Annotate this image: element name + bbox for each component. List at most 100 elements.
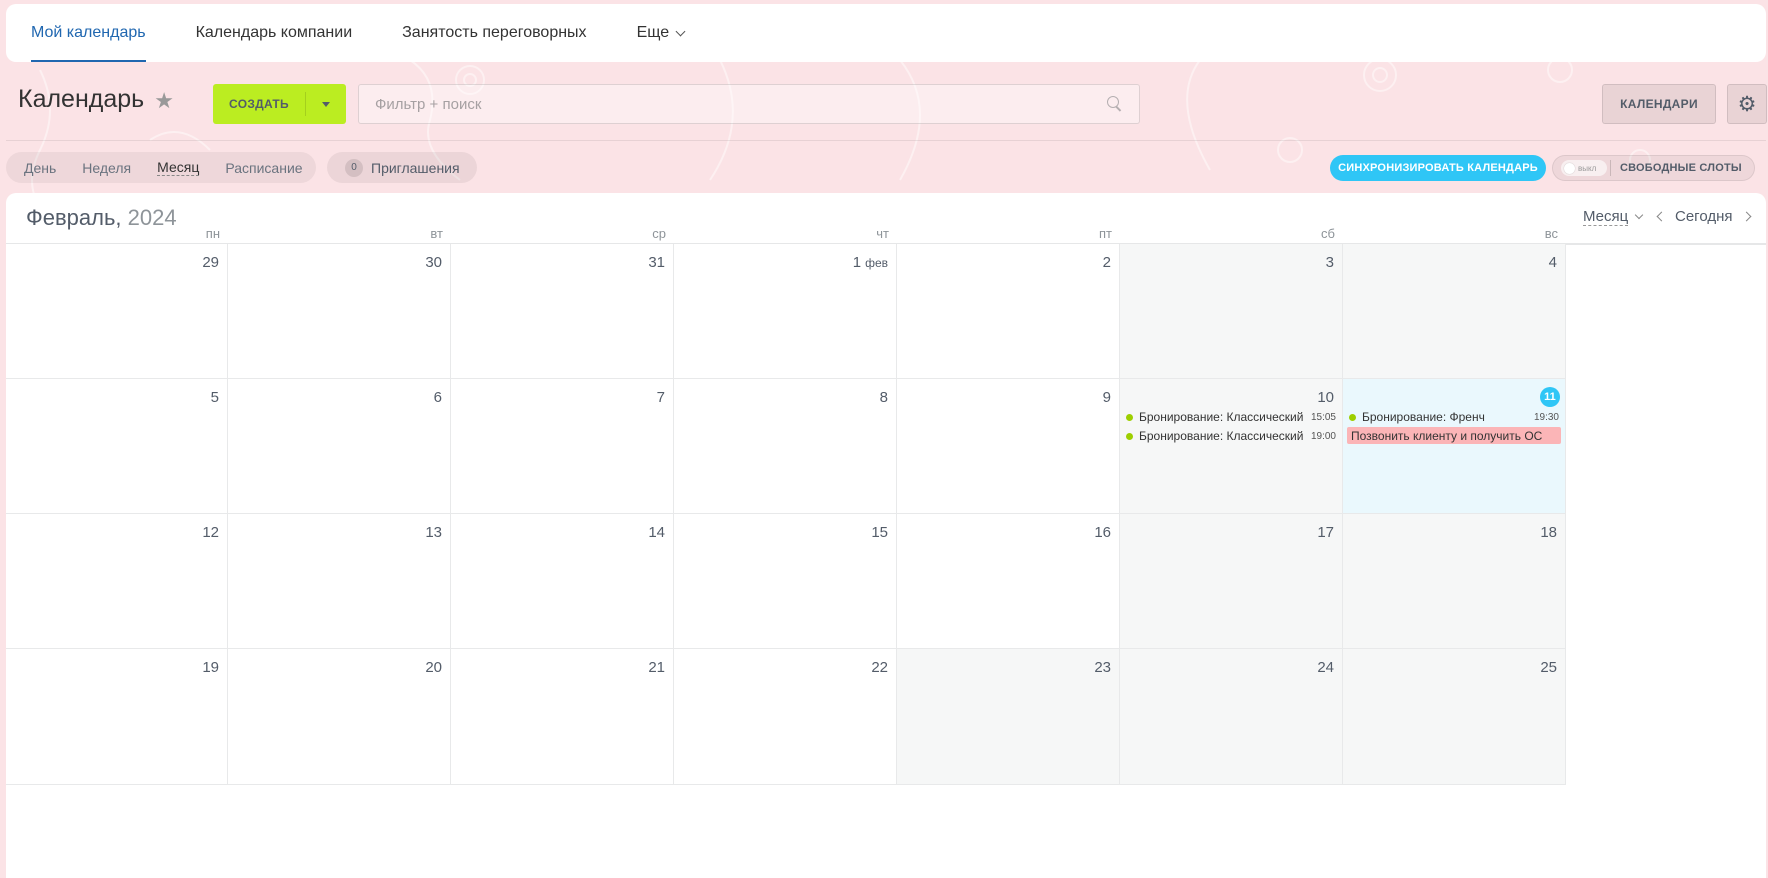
tab-label: Календарь компании: [195, 24, 353, 41]
day-number: 1 фев: [853, 254, 888, 271]
chevron-down-icon: [675, 26, 686, 36]
tab-meeting-rooms[interactable]: Занятость переговорных: [402, 4, 586, 62]
day-number: 29: [202, 254, 219, 271]
day-number: 22: [871, 659, 888, 676]
calendar-event[interactable]: Бронирование: Классический 19:00: [1126, 427, 1336, 445]
today-button[interactable]: Сегодня: [1675, 208, 1733, 225]
prev-arrow-icon[interactable]: [1656, 211, 1667, 222]
day-number-text: 4: [1548, 254, 1557, 271]
create-dropdown-arrow[interactable]: [306, 101, 346, 107]
calendars-button[interactable]: КАЛЕНДАРИ: [1602, 84, 1716, 124]
search-bar: [358, 84, 1140, 124]
day-cell[interactable]: 17: [1120, 514, 1343, 649]
day-cell[interactable]: 19: [6, 649, 228, 785]
free-slots-toggle[interactable]: выкл: [1561, 160, 1607, 176]
day-cell[interactable]: 21: [451, 649, 674, 785]
day-number-text: 6: [433, 389, 442, 406]
day-cell[interactable]: 9: [897, 379, 1120, 514]
day-number: 25: [1540, 659, 1557, 676]
day-number: 10: [1317, 389, 1334, 406]
day-cell[interactable]: 13: [228, 514, 451, 649]
event-time: 19:00: [1310, 430, 1336, 442]
day-cell[interactable]: 1 фев: [674, 244, 897, 379]
search-icon[interactable]: [1107, 96, 1123, 112]
day-cell[interactable]: 10 Бронирование: Классический 15:05 Брониро…: [1120, 379, 1343, 514]
day-number-text: 7: [656, 389, 665, 406]
search-input[interactable]: [375, 95, 1107, 113]
day-number-text: 1: [852, 254, 862, 271]
tab-label: Занятость переговорных: [402, 24, 587, 41]
day-number-text: 22: [871, 659, 888, 676]
day-cell[interactable]: 14: [451, 514, 674, 649]
day-number-text: 19: [202, 659, 219, 676]
title-row: Календарь ★: [18, 76, 174, 122]
top-navigation: Мой календарь Календарь компании Занятос…: [6, 4, 1766, 62]
view-select[interactable]: Месяц: [1583, 208, 1644, 226]
day-number-text: 8: [879, 389, 888, 406]
day-number-text: 13: [425, 524, 442, 541]
calendar-event[interactable]: Бронирование: Френч 19:30: [1349, 408, 1559, 426]
day-number: 12: [202, 524, 219, 541]
view-week[interactable]: Неделя: [82, 160, 131, 176]
day-cell[interactable]: 22: [674, 649, 897, 785]
sync-calendar-button[interactable]: СИНХРОНИЗИРОВАТЬ КАЛЕНДАРЬ: [1330, 155, 1546, 181]
day-cell[interactable]: 18: [1343, 514, 1566, 649]
day-cell[interactable]: 31: [451, 244, 674, 379]
day-cell[interactable]: 15: [674, 514, 897, 649]
settings-button[interactable]: ⚙: [1727, 84, 1767, 124]
day-cell-today[interactable]: 11 Бронирование: Френч 19:30 Позвонить клие…: [1343, 379, 1566, 514]
tab-company-calendar[interactable]: Календарь компании: [196, 4, 353, 62]
day-number: 4: [1549, 254, 1557, 271]
star-icon[interactable]: ★: [154, 88, 174, 114]
event-title: Бронирование: Френч: [1362, 410, 1485, 424]
day-cell[interactable]: 7: [451, 379, 674, 514]
day-number-text: 15: [871, 524, 888, 541]
day-cell[interactable]: 12: [6, 514, 228, 649]
day-number-text: 23: [1094, 659, 1111, 676]
event-title: Бронирование: Классический: [1139, 429, 1304, 443]
day-cell[interactable]: 4: [1343, 244, 1566, 379]
invitations-button[interactable]: 0 Приглашения: [327, 152, 477, 183]
gear-icon: ⚙: [1737, 92, 1757, 116]
day-cell[interactable]: 6: [228, 379, 451, 514]
next-arrow-icon[interactable]: [1741, 211, 1751, 222]
day-cell[interactable]: 24: [1120, 649, 1343, 785]
day-cell[interactable]: 23: [897, 649, 1120, 785]
day-cell[interactable]: 3: [1120, 244, 1343, 379]
day-number: 9: [1103, 389, 1111, 406]
create-button-label: СОЗДАТЬ: [229, 97, 289, 111]
free-slots-label[interactable]: СВОБОДНЫЕ СЛОТЫ: [1620, 162, 1742, 174]
day-number-text: 12: [202, 524, 219, 541]
create-button[interactable]: СОЗДАТЬ: [213, 84, 346, 124]
calendar-event[interactable]: Бронирование: Классический 15:05: [1126, 408, 1336, 426]
day-cell[interactable]: 8: [674, 379, 897, 514]
day-cell[interactable]: 2: [897, 244, 1120, 379]
day-cell[interactable]: 30: [228, 244, 451, 379]
day-number: 15: [871, 524, 888, 541]
view-day[interactable]: День: [24, 160, 56, 176]
tab-my-calendar[interactable]: Мой календарь: [31, 4, 146, 62]
calendar-event[interactable]: Позвонить клиенту и получить ОС: [1347, 427, 1561, 444]
day-cell[interactable]: 25: [1343, 649, 1566, 785]
day-number-text: 3: [1325, 254, 1334, 271]
day-number: 16: [1094, 524, 1111, 541]
day-cell[interactable]: 16: [897, 514, 1120, 649]
day-number: 2: [1103, 254, 1111, 271]
day-number-text: 18: [1540, 524, 1557, 541]
divider: [1610, 160, 1611, 176]
tab-more[interactable]: Еще: [636, 4, 686, 62]
day-number-text: 25: [1540, 659, 1557, 676]
day-number: 8: [880, 389, 888, 406]
event-dot-icon: [1126, 413, 1133, 421]
tab-label: Мой календарь: [31, 24, 146, 41]
event-time: 19:30: [1533, 411, 1559, 423]
day-cell[interactable]: 29: [6, 244, 228, 379]
day-number: 7: [657, 389, 665, 406]
day-cell[interactable]: 5: [6, 379, 228, 514]
day-number: 6: [434, 389, 442, 406]
day-number: 24: [1317, 659, 1334, 676]
view-month[interactable]: Месяц: [157, 159, 200, 176]
tab-label: Еще: [636, 24, 670, 41]
view-schedule[interactable]: Расписание: [225, 160, 302, 176]
day-cell[interactable]: 20: [228, 649, 451, 785]
